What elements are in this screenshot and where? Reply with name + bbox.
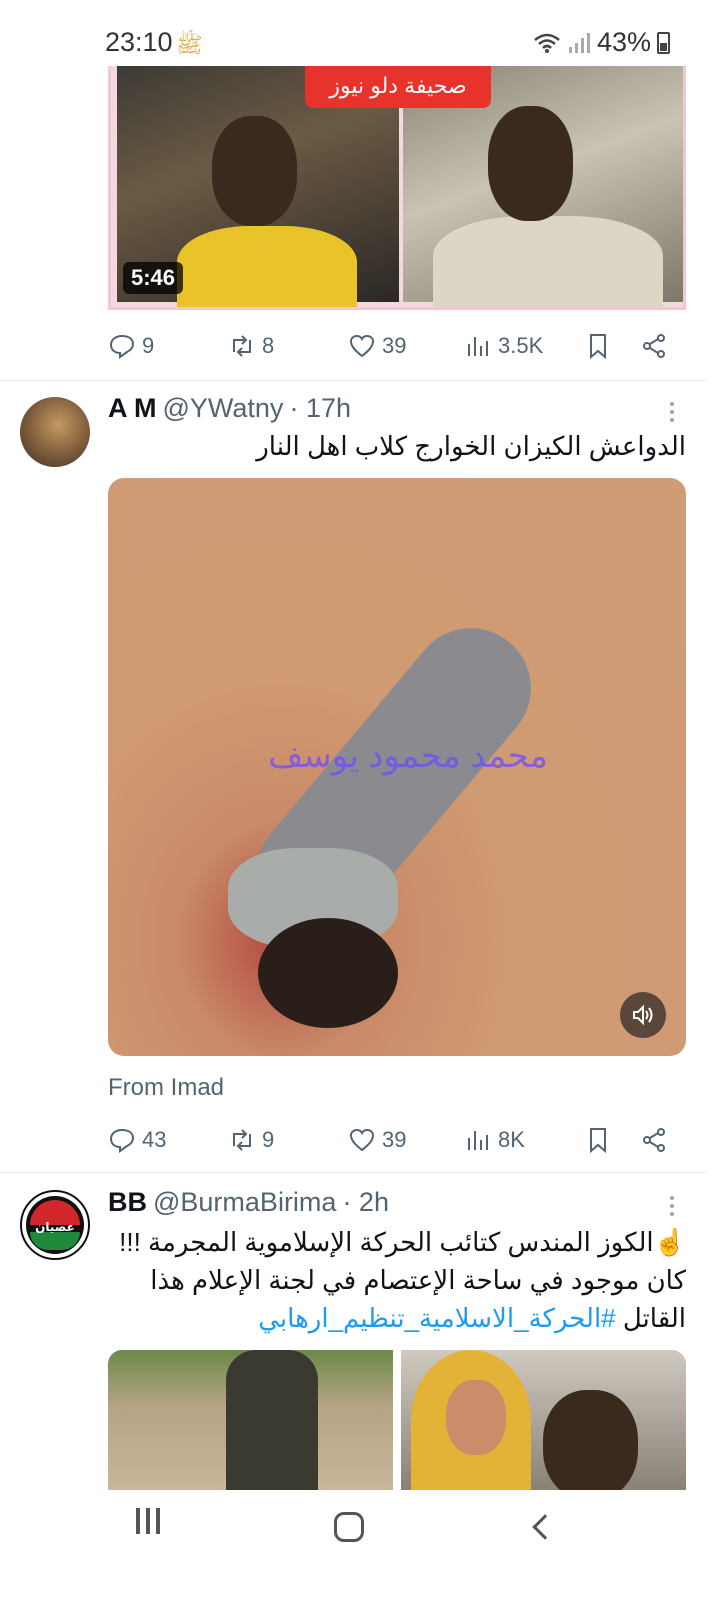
bookmark-button[interactable] (584, 1126, 612, 1154)
reply-button[interactable]: 9 (108, 332, 154, 360)
video-head (258, 918, 398, 1028)
photo-man (543, 1390, 638, 1490)
views-count: 8K (498, 1127, 525, 1152)
retweet-button[interactable]: 8 (228, 332, 274, 360)
system-nav-bar (0, 1490, 720, 1600)
display-name[interactable]: BB (108, 1187, 147, 1218)
mute-button[interactable] (620, 992, 666, 1038)
like-count: 39 (382, 1127, 407, 1152)
divider (0, 1172, 706, 1173)
video-banner: صحيفة دلو نيوز (305, 66, 491, 108)
more-options-icon[interactable] (668, 1196, 676, 1216)
retweet-icon (233, 335, 251, 357)
heart-icon (349, 334, 375, 358)
timestamp[interactable]: · 2h (342, 1187, 389, 1218)
avatar[interactable]: عصيان (20, 1190, 90, 1260)
from-attribution[interactable]: From Imad (108, 1074, 224, 1102)
battery-percent: 43% (596, 27, 651, 57)
more-options-icon[interactable] (668, 402, 676, 422)
tweet-text-line: القاتل #الحركة_الاسلامية_تنظيم_ارهابي (108, 1299, 686, 1337)
reply-count: 43 (142, 1127, 167, 1152)
video-duration: 5:46 (123, 262, 184, 294)
tweet2-header: A M @YWatny · 17h (108, 393, 351, 424)
avatar-text: عصيان (35, 1220, 75, 1234)
tweet1-actions: 9 8 39 3.5K (108, 326, 686, 366)
back-button[interactable] (532, 1514, 558, 1540)
share-button[interactable] (640, 1126, 668, 1154)
status-glyph: ﷺ (176, 32, 203, 57)
tweet1-video[interactable]: صحيفة دلو نيوز 5:46 (108, 66, 686, 310)
reply-count: 9 (142, 333, 155, 358)
reply-icon (109, 334, 135, 359)
photo-figure (226, 1350, 318, 1490)
retweet-button[interactable]: 9 (228, 1126, 274, 1154)
recent-apps-button[interactable] (136, 1508, 160, 1534)
like-button[interactable]: 39 (348, 1126, 406, 1154)
retweet-count: 8 (262, 333, 275, 358)
person-right (488, 106, 573, 221)
tweet-text-line: كان موجود في ساحة الإعتصام في لجنة الإعل… (150, 1265, 686, 1295)
tweet-text-line: ☝️الكوز المندس كتائب الحركة الإسلاموية ا… (119, 1227, 686, 1257)
wifi-icon (534, 33, 560, 53)
status-right: 43% (533, 27, 670, 58)
retweet-icon (233, 1129, 251, 1151)
views-button[interactable]: 8K (464, 1126, 525, 1154)
share-button[interactable] (640, 332, 668, 360)
person-left (212, 116, 297, 226)
video-watermark: محمد محمود يوسف (268, 737, 548, 775)
bookmark-icon (590, 1128, 606, 1154)
reply-icon (109, 1128, 135, 1153)
like-count: 39 (382, 333, 407, 358)
status-time: 23:10 (105, 27, 173, 57)
home-button[interactable] (334, 1512, 364, 1542)
photo[interactable] (401, 1350, 686, 1490)
tweet-text: الدواعش الكيزان الخوارج كلاب اهل النار (256, 431, 686, 461)
retweet-count: 9 (262, 1127, 275, 1152)
share-icon (643, 334, 665, 358)
speaker-icon (633, 1004, 653, 1026)
views-icon (468, 1131, 488, 1150)
photo-face (446, 1380, 506, 1455)
timestamp[interactable]: · 17h (289, 393, 351, 424)
views-button[interactable]: 3.5K (464, 332, 543, 360)
status-bar: 23:10 ﷺ 43% (0, 0, 720, 70)
heart-icon (349, 1128, 375, 1152)
tweet-text-plain: القاتل (615, 1303, 686, 1333)
share-icon (643, 1128, 665, 1152)
avatar[interactable] (20, 397, 90, 467)
reply-button[interactable]: 43 (108, 1126, 166, 1154)
signal-icon (568, 32, 590, 53)
tweet2-actions: 43 9 39 8K (108, 1120, 686, 1160)
battery-icon (657, 31, 670, 54)
bookmark-button[interactable] (584, 332, 612, 360)
tweet2-video[interactable]: محمد محمود يوسف (108, 478, 686, 1056)
tweet-text: ☝️الكوز المندس كتائب الحركة الإسلاموية ا… (108, 1223, 686, 1337)
like-button[interactable]: 39 (348, 332, 406, 360)
views-count: 3.5K (498, 333, 544, 358)
handle[interactable]: @BurmaBirima (153, 1187, 336, 1218)
handle[interactable]: @YWatny (163, 393, 284, 424)
photo[interactable] (108, 1350, 393, 1490)
bookmark-icon (590, 334, 606, 360)
tweet3-photos (108, 1350, 686, 1490)
tweet3-header: BB @BurmaBirima · 2h (108, 1187, 389, 1218)
hashtag-link[interactable]: #الحركة_الاسلامية_تنظيم_ارهابي (258, 1303, 615, 1333)
views-icon (468, 337, 488, 356)
display-name[interactable]: A M (108, 393, 157, 424)
person-right-shirt (433, 216, 663, 307)
divider (0, 380, 706, 381)
person-left-shirt (177, 226, 357, 307)
